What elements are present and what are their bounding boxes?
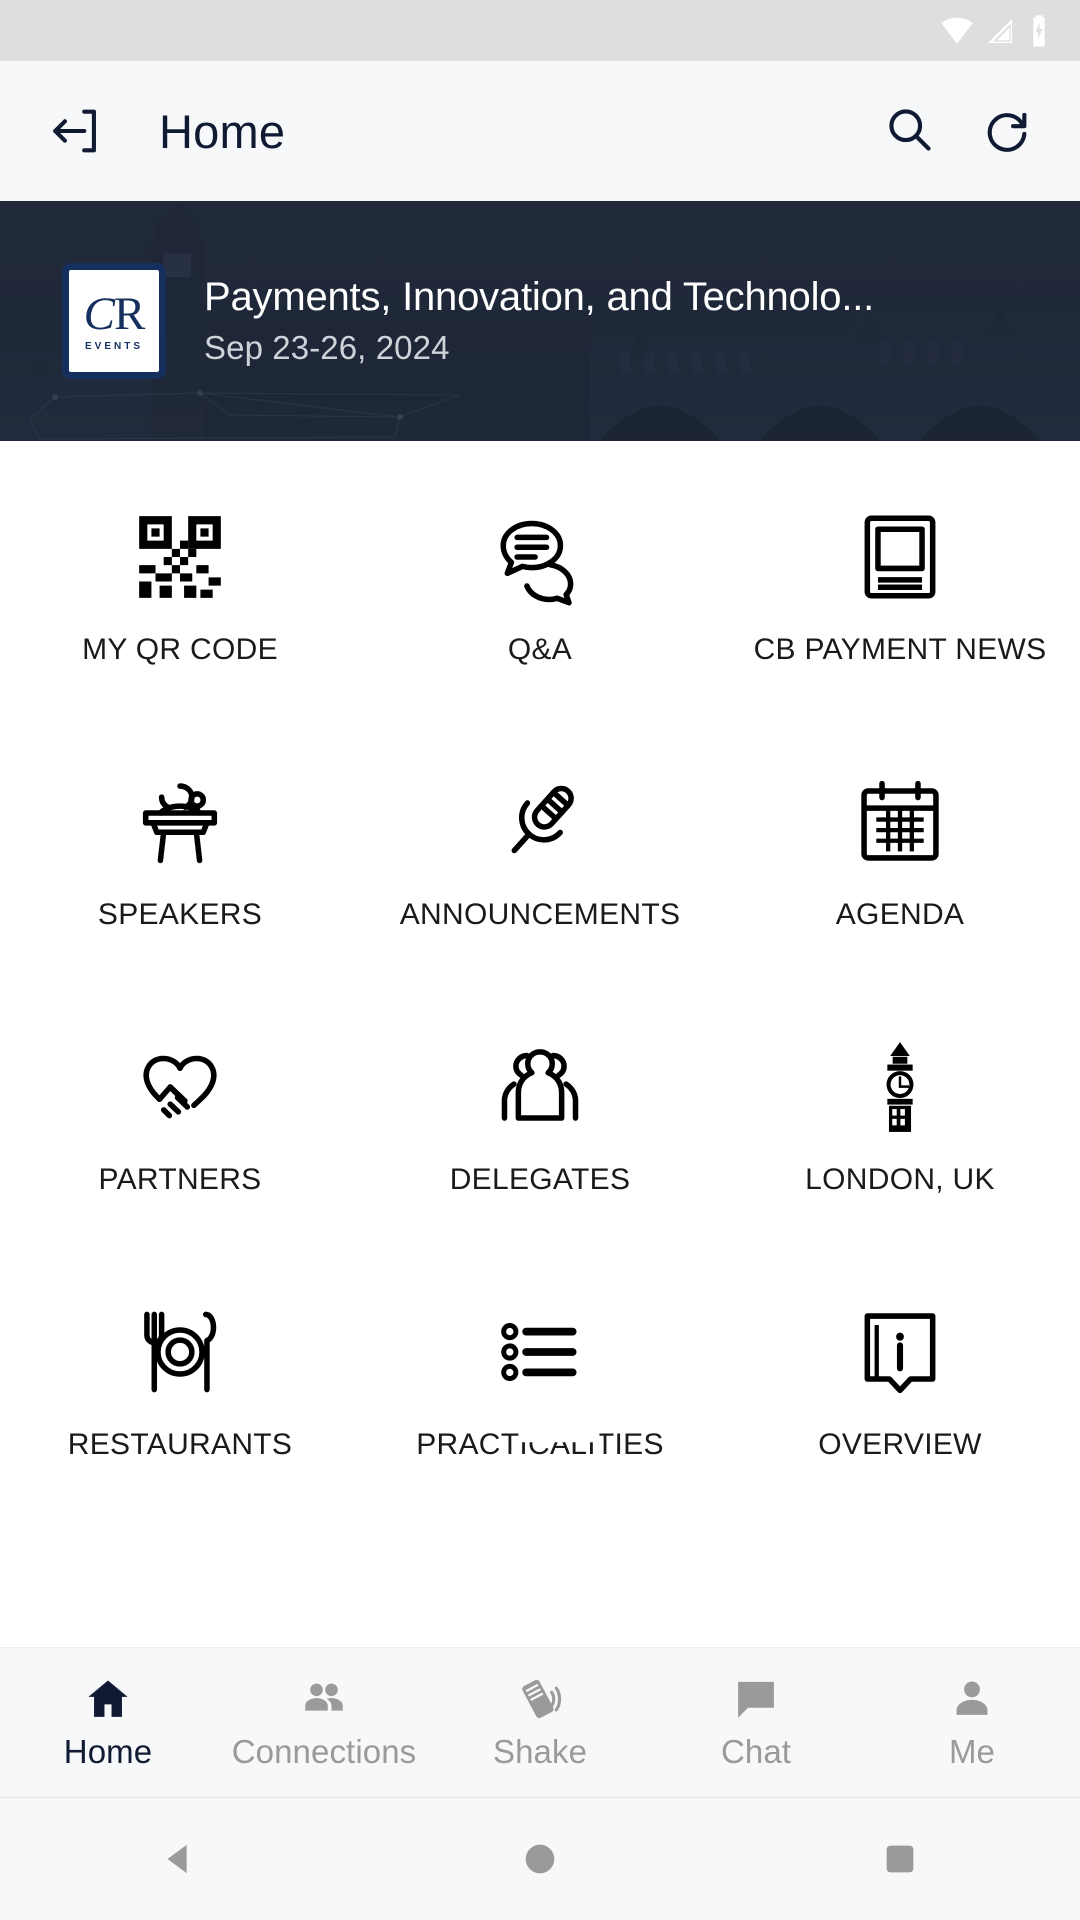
event-logo: CR EVENTS	[62, 263, 166, 379]
grid-item-announcements[interactable]: ANNOUNCEMENTS	[360, 740, 720, 1005]
grid-item-speakers[interactable]: SPEAKERS	[0, 740, 360, 1005]
tab-label: Chat	[720, 1733, 792, 1770]
info-card-icon	[851, 1298, 949, 1406]
event-dates: Sep 23-26, 2024	[204, 329, 450, 367]
grid-item-cb-payment-news[interactable]: CB PAYMENT NEWS	[720, 475, 1080, 740]
event-banner[interactable]: CR EVENTS Payments, Innovation, and Tech…	[0, 201, 1080, 441]
shortcut-grid: MY QR CODE Q&A CB PAYMENT NEWS SPEAKERS …	[0, 475, 1080, 1535]
event-title: Payments, Innovation, and Technolo...	[204, 274, 875, 319]
grid-item-label: MY QR CODE	[82, 633, 278, 666]
grid-item-label: PRACTICALITIES	[416, 1428, 664, 1461]
big-ben-icon	[851, 1033, 949, 1141]
android-navigation-bar	[0, 1797, 1080, 1920]
grid-item-my-qr-code[interactable]: MY QR CODE	[0, 475, 360, 740]
grid-item-partners[interactable]: PARTNERS	[0, 1005, 360, 1270]
search-button[interactable]	[872, 94, 946, 168]
app-root: Home CR EVENTS Payments, Innovation, and…	[0, 0, 1080, 1920]
page-title: Home	[159, 104, 286, 158]
tab-label: Home	[63, 1733, 153, 1770]
search-icon	[883, 103, 935, 160]
grid-item-overview[interactable]: OVERVIEW	[720, 1270, 1080, 1535]
tab-connections[interactable]: Connections	[216, 1674, 432, 1771]
shake-phone-icon	[515, 1674, 565, 1724]
logo-subtext: EVENTS	[84, 341, 143, 353]
home-icon	[83, 1674, 133, 1724]
grid-item-label: OVERVIEW	[818, 1428, 982, 1461]
chat-bubbles-icon	[491, 503, 589, 611]
tab-label: Me	[948, 1733, 996, 1770]
person-icon	[947, 1674, 997, 1724]
grid-item-london-uk[interactable]: LONDON, UK	[720, 1005, 1080, 1270]
shortcut-grid-container: MY QR CODE Q&A CB PAYMENT NEWS SPEAKERS …	[0, 441, 1080, 1647]
cellular-signal-icon	[984, 15, 1016, 47]
handshake-heart-icon	[131, 1033, 229, 1141]
grid-item-label: Q&A	[507, 633, 573, 666]
people-icon	[299, 1674, 349, 1724]
bottom-tab-bar: Home Connections Shake Chat Me	[0, 1647, 1080, 1797]
lectern-icon	[131, 768, 229, 876]
book-icon	[851, 503, 949, 611]
battery-charging-icon	[1026, 14, 1052, 48]
grid-item-qa[interactable]: Q&A	[360, 475, 720, 740]
calendar-icon	[851, 768, 949, 876]
recents-square-icon[interactable]	[720, 1839, 1080, 1879]
grid-item-restaurants[interactable]: RESTAURANTS	[0, 1270, 360, 1535]
people-group-icon	[491, 1033, 589, 1141]
tab-home[interactable]: Home	[0, 1674, 216, 1771]
grid-item-label: DELEGATES	[449, 1163, 631, 1196]
home-circle-icon[interactable]	[360, 1839, 720, 1879]
tab-me[interactable]: Me	[864, 1674, 1080, 1771]
grid-item-label: AGENDA	[835, 898, 965, 931]
bullet-list-icon	[491, 1298, 589, 1406]
chat-icon	[731, 1674, 781, 1724]
grid-item-label: SPEAKERS	[97, 898, 263, 931]
grid-item-label: CB PAYMENT NEWS	[753, 633, 1047, 666]
grid-item-label: RESTAURANTS	[67, 1428, 293, 1461]
grid-item-practicalities[interactable]: PRACTICALITIES	[360, 1270, 720, 1535]
tab-label: Connections	[231, 1733, 417, 1770]
grid-item-agenda[interactable]: AGENDA	[720, 740, 1080, 1005]
grid-item-label: PARTNERS	[98, 1163, 262, 1196]
wifi-icon	[940, 14, 974, 48]
exit-to-app-icon[interactable]	[40, 94, 114, 168]
refresh-icon	[981, 103, 1033, 160]
app-bar: Home	[0, 61, 1080, 201]
logo-monogram-c: C	[83, 287, 115, 340]
grid-item-label: ANNOUNCEMENTS	[399, 898, 681, 931]
grid-item-delegates[interactable]: DELEGATES	[360, 1005, 720, 1270]
back-triangle-icon[interactable]	[0, 1839, 360, 1879]
grid-item-label: LONDON, UK	[805, 1163, 995, 1196]
tab-shake[interactable]: Shake	[432, 1674, 648, 1771]
refresh-button[interactable]	[970, 94, 1044, 168]
tab-chat[interactable]: Chat	[648, 1674, 864, 1771]
status-bar	[0, 0, 1080, 61]
microphone-icon	[491, 768, 589, 876]
qr-code-icon	[131, 503, 229, 611]
cutlery-plate-icon	[131, 1298, 229, 1406]
tab-label: Shake	[492, 1733, 588, 1770]
logo-monogram-r: R	[114, 287, 145, 340]
